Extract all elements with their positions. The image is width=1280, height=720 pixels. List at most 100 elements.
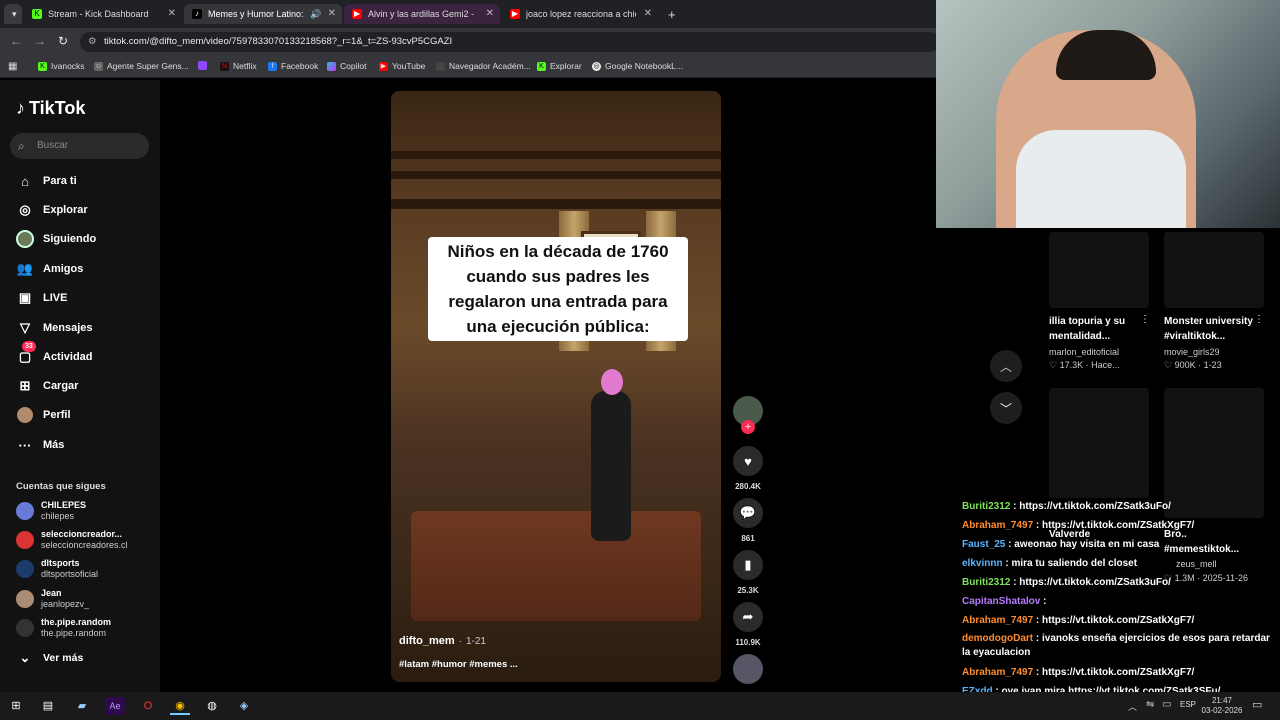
bookmark-explorar[interactable]: K Explorar xyxy=(537,61,582,71)
chat-text: : https://vt.tiktok.com/ZSatkXgF7/ xyxy=(1033,615,1195,626)
avatar xyxy=(16,590,34,608)
opera-icon[interactable]: O xyxy=(138,697,158,715)
chat-message: demodogoDart : ivanoks enseña ejercicios… xyxy=(962,632,1276,660)
chrome-icon[interactable]: ◉ xyxy=(170,697,190,715)
live-icon: ▣ xyxy=(18,290,32,305)
site-info-icon[interactable]: ⚙ xyxy=(88,32,97,52)
bookmark-youtube[interactable]: ▶ YouTube xyxy=(379,61,425,71)
save-button[interactable]: ▮ 25.3K xyxy=(733,550,763,595)
nav-siguiendo[interactable]: Siguiendo xyxy=(16,230,96,248)
apps-grid-icon[interactable]: ▦ xyxy=(8,61,17,72)
windows-start-icon[interactable]: ⊞ xyxy=(6,697,26,715)
comment-icon: 💬 xyxy=(733,498,763,528)
bookmark-agente[interactable]: ☺ Agente Super Gens... xyxy=(94,61,189,71)
kick-icon: K xyxy=(32,9,42,19)
nav-mas[interactable]: ··· Más xyxy=(16,436,65,454)
clock[interactable]: 21:47 03-02-2026 xyxy=(1200,696,1244,716)
following-item[interactable]: dltsports dltsportsoficial xyxy=(16,558,98,580)
nav-explorar[interactable]: ◎ Explorar xyxy=(16,201,87,219)
after-effects-icon[interactable]: Ae xyxy=(105,697,125,715)
reload-icon[interactable]: ↻ xyxy=(58,34,68,48)
nav-live[interactable]: ▣ LIVE xyxy=(16,289,68,307)
previous-video-button[interactable]: ︿ xyxy=(990,350,1022,382)
chat-message: Abraham_7497 : https://vt.tiktok.com/ZSa… xyxy=(962,519,1276,533)
following-item[interactable]: CHILEPES chilepes xyxy=(16,500,86,522)
share-button[interactable]: ➦ 110.9K xyxy=(733,602,763,647)
chat-username[interactable]: Faust_25 xyxy=(962,539,1005,550)
related-video-title[interactable]: Monster university #viraltiktok... xyxy=(1164,314,1253,344)
nav-perfil[interactable]: Perfil xyxy=(16,406,71,424)
follow-plus-icon[interactable]: + xyxy=(741,420,755,434)
close-icon[interactable]: ✕ xyxy=(486,8,494,19)
back-icon[interactable]: ← xyxy=(10,34,22,48)
tab-kick[interactable]: K Stream - Kick Dashboard ✕ xyxy=(24,4,182,24)
notification-center-icon[interactable]: ▭ xyxy=(1252,698,1262,711)
close-icon[interactable]: ✕ xyxy=(644,8,652,19)
file-explorer-icon[interactable]: ▰ xyxy=(72,697,92,715)
compass-icon: ◎ xyxy=(19,202,31,217)
tiktok-logo[interactable]: ♪ TikTok xyxy=(16,98,85,119)
tab-youtube-joaco[interactable]: ▶ joaco lopez reacciona a chico ✕ xyxy=(502,4,658,24)
related-video-user[interactable]: marlon_editoficial xyxy=(1049,347,1119,357)
bookmark-navegador[interactable]: Navegador Académ... xyxy=(436,61,531,71)
tray-network-icon[interactable]: ⇋ xyxy=(1146,699,1154,710)
chat-username[interactable]: Abraham_7497 xyxy=(962,520,1033,531)
see-more-button[interactable]: ⌄ Ver más xyxy=(16,649,84,667)
related-video-thumb[interactable] xyxy=(1049,232,1149,308)
obs-icon[interactable]: ◍ xyxy=(202,697,222,715)
close-icon[interactable]: ✕ xyxy=(168,8,176,19)
forward-icon[interactable]: → xyxy=(34,34,46,48)
chat-username[interactable]: elkvinnn xyxy=(962,558,1003,569)
nav-cargar[interactable]: ⊞ Cargar xyxy=(16,377,79,395)
tab-tiktok[interactable]: ♪ Memes y Humor Latino: Ej 🔊 ✕ xyxy=(184,4,342,24)
bookmark-twitch[interactable] xyxy=(198,61,211,70)
bookmark-copilot[interactable]: Copilot xyxy=(327,61,366,71)
close-icon[interactable]: ✕ xyxy=(328,8,336,19)
following-item[interactable]: Jean jeanlopezv_ xyxy=(16,588,89,610)
search-input[interactable]: ⌕ Buscar xyxy=(10,133,149,159)
like-button[interactable]: ♥ 280.4K xyxy=(733,446,763,491)
speaker-icon[interactable]: 🔊 xyxy=(310,9,321,20)
more-options-icon[interactable]: ⋮ xyxy=(1254,314,1264,325)
following-item[interactable]: the.pipe.random the.pipe.random xyxy=(16,617,111,639)
next-video-button[interactable]: ﹀ xyxy=(990,392,1022,424)
nav-actividad[interactable]: ▢ 33 Actividad xyxy=(16,341,93,366)
related-video-thumb[interactable] xyxy=(1164,232,1264,308)
tab-list-button[interactable]: ▾ xyxy=(4,4,22,24)
video-author[interactable]: difto_mem · 1-21 xyxy=(399,635,486,647)
chevron-up-icon: ︿ xyxy=(999,359,1012,374)
nav-para-ti[interactable]: ⌂ Para ti xyxy=(16,172,77,190)
language-indicator[interactable]: ESP xyxy=(1180,700,1196,709)
chat-username[interactable]: Buriti2312 xyxy=(962,577,1010,588)
new-tab-button[interactable]: + xyxy=(660,4,678,24)
url-input[interactable]: ⚙ tiktok.com/@difto_mem/video/7597833070… xyxy=(80,32,940,52)
tray-display-icon[interactable]: ▭ xyxy=(1162,699,1171,710)
chat-username[interactable]: Abraham_7497 xyxy=(962,667,1033,678)
chat-username[interactable]: CapitanShatalov xyxy=(962,596,1040,607)
chat-username[interactable]: Abraham_7497 xyxy=(962,615,1033,626)
related-video-user[interactable]: movie_girls29 xyxy=(1164,347,1220,357)
related-video-thumb[interactable] xyxy=(1049,388,1149,498)
bookmark-facebook[interactable]: f Facebook xyxy=(268,61,318,71)
video-player[interactable]: Niños en la década de 1760 cuando sus pa… xyxy=(391,91,721,682)
nav-amigos[interactable]: 👥 Amigos xyxy=(16,260,83,278)
avatar xyxy=(16,502,34,520)
tab-youtube-alvin[interactable]: ▶ Alvin y las ardillas Gemi2 - You ✕ xyxy=(344,4,500,24)
bookmark-notebooklm[interactable]: ◎ Google NotebookL... xyxy=(592,61,683,71)
more-options-icon[interactable]: ⋮ xyxy=(1140,314,1150,325)
youtube-icon: ▶ xyxy=(352,9,362,19)
bookmark-ivanocks[interactable]: K Ivanocks xyxy=(38,61,85,71)
chat-username[interactable]: demodogoDart xyxy=(962,633,1033,644)
task-view-icon[interactable]: ▤ xyxy=(38,697,58,715)
creator-avatar-button[interactable]: + xyxy=(733,396,763,434)
comment-button[interactable]: 💬 861 xyxy=(733,498,763,543)
following-item[interactable]: seleccioncreador... seleccioncreadores.cl xyxy=(16,529,128,551)
tray-chevron-icon[interactable]: ︿ xyxy=(1128,700,1137,713)
chat-username[interactable]: Buriti2312 xyxy=(962,501,1010,512)
bookmark-netflix[interactable]: N Netflix xyxy=(220,61,257,71)
steam-icon[interactable]: ◈ xyxy=(234,697,254,715)
video-hashtags[interactable]: #latam #humor #memes ... xyxy=(399,659,518,670)
nav-mensajes[interactable]: ▽ Mensajes xyxy=(16,319,93,337)
music-disc-button[interactable] xyxy=(733,654,763,684)
related-video-title[interactable]: illia topuria y su mentalidad... xyxy=(1049,314,1125,344)
